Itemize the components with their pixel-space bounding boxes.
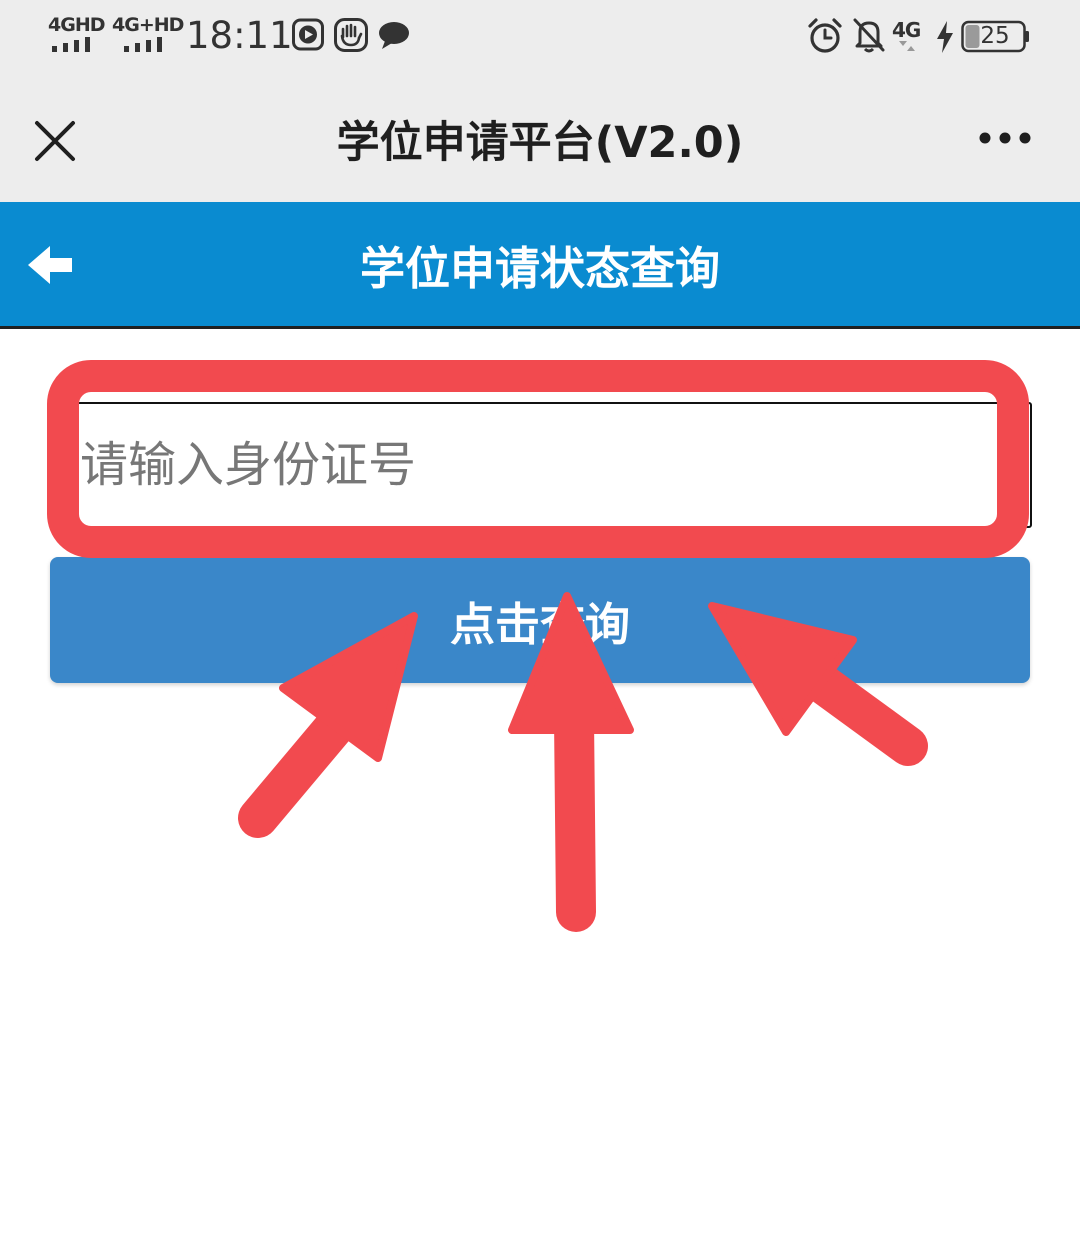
bell-muted-icon — [853, 18, 885, 53]
app-title: 学位申请状态查询 — [359, 242, 720, 295]
video-app-icon — [292, 18, 324, 51]
sim1-signal: 4GHD — [48, 14, 108, 54]
sim2-network-label: 4G+HD — [112, 14, 184, 36]
sim2-signal: 4G+HD — [112, 14, 184, 54]
screen: 4GHD 4G+HD 18:11 4G 25 学位申请平台(V2.0) 学位申请… — [0, 0, 1080, 1233]
alarm-clock-icon — [808, 18, 842, 53]
close-icon — [35, 121, 75, 161]
hand-app-icon — [334, 18, 368, 52]
page-title: 学位申请平台(V2.0) — [336, 118, 744, 168]
signal-bars-icon — [52, 37, 90, 52]
back-button[interactable] — [20, 234, 82, 296]
query-button[interactable]: 点击查询 — [50, 557, 1030, 683]
signal-bars-icon — [124, 37, 162, 52]
data-activity-icon — [899, 41, 915, 51]
id-number-input[interactable] — [50, 402, 1032, 528]
close-button[interactable] — [22, 108, 88, 174]
more-icon — [979, 132, 1031, 144]
status-bar: 4GHD 4G+HD 18:11 4G 25 — [0, 0, 1080, 80]
sim1-network-label: 4GHD — [48, 14, 105, 36]
back-arrow-icon — [28, 246, 72, 284]
battery-level: 25 — [980, 23, 1010, 49]
mobile-data-label: 4G — [892, 18, 921, 42]
chat-bubble-icon — [379, 22, 409, 49]
charging-icon — [937, 21, 953, 53]
app-title-bar: 学位申请状态查询 — [0, 202, 1080, 329]
webview-header: 学位申请平台(V2.0) — [0, 80, 1080, 202]
more-button[interactable] — [970, 118, 1040, 158]
battery-indicator: 25 — [961, 20, 1031, 54]
status-time: 18:11 — [186, 14, 293, 57]
